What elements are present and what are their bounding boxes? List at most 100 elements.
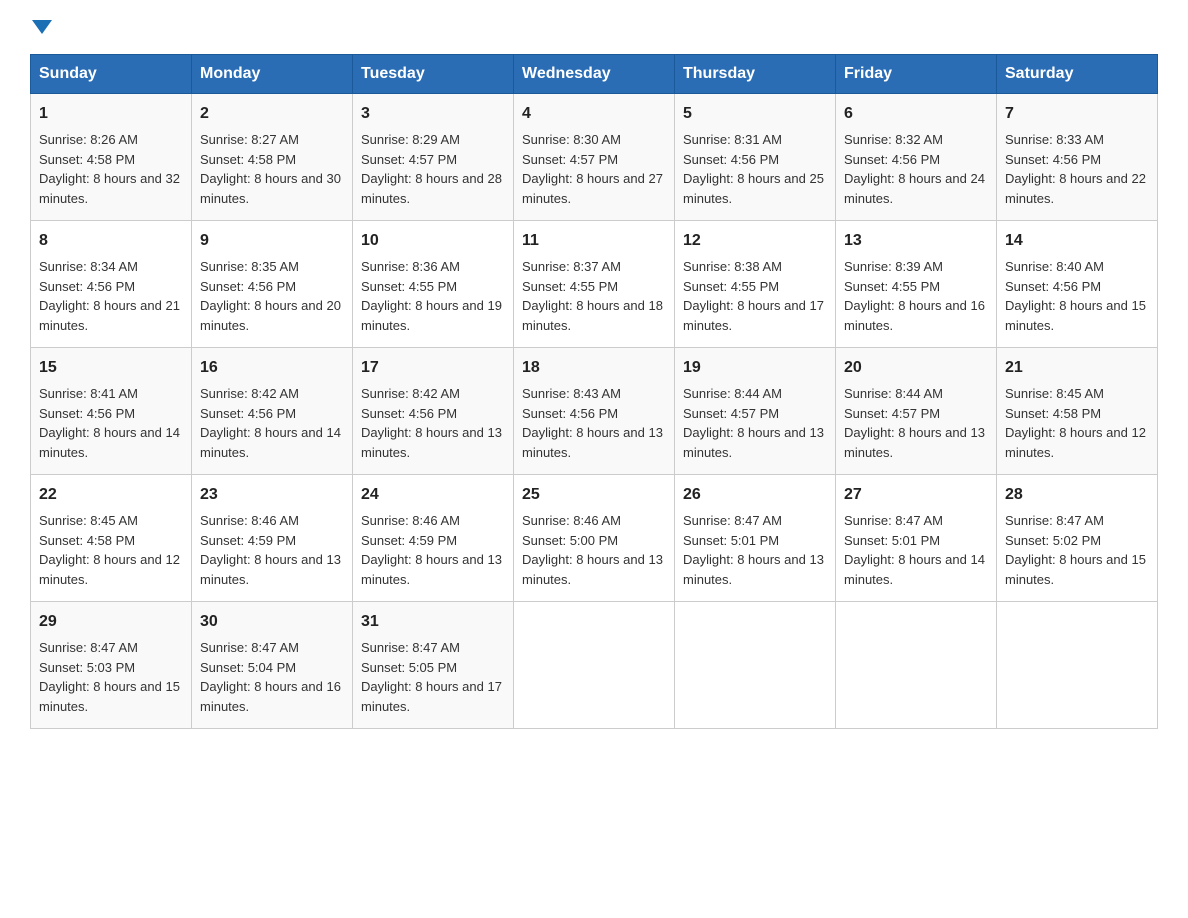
calendar-cell: 4 Sunrise: 8:30 AMSunset: 4:57 PMDaylight…	[514, 94, 675, 221]
calendar-cell	[836, 602, 997, 729]
day-number: 11	[522, 229, 666, 253]
day-number: 19	[683, 356, 827, 380]
day-number: 12	[683, 229, 827, 253]
day-number: 1	[39, 102, 183, 126]
logo-triangle-icon	[32, 20, 52, 34]
day-info: Sunrise: 8:46 AMSunset: 5:00 PMDaylight:…	[522, 511, 666, 589]
day-info: Sunrise: 8:33 AMSunset: 4:56 PMDaylight:…	[1005, 130, 1149, 208]
weekday-header-sunday: Sunday	[31, 55, 192, 94]
calendar-cell: 31Sunrise: 8:47 AMSunset: 5:05 PMDayligh…	[353, 602, 514, 729]
day-number: 21	[1005, 356, 1149, 380]
calendar-cell: 18 Sunrise: 8:43 AMSunset: 4:56 PMDayligh…	[514, 348, 675, 475]
day-info: Sunrise: 8:36 AMSunset: 4:55 PMDaylight:…	[361, 257, 505, 335]
logo	[30, 20, 52, 34]
day-info: Sunrise: 8:46 AMSunset: 4:59 PMDaylight:…	[200, 511, 344, 589]
calendar-cell: 27 Sunrise: 8:47 AMSunset: 5:01 PMDayligh…	[836, 475, 997, 602]
day-number: 10	[361, 229, 505, 253]
day-number: 26	[683, 483, 827, 507]
day-info: Sunrise: 8:26 AMSunset: 4:58 PMDaylight:…	[39, 130, 183, 208]
calendar-cell: 8Sunrise: 8:34 AMSunset: 4:56 PMDaylight…	[31, 221, 192, 348]
day-number: 16	[200, 356, 344, 380]
day-info: Sunrise: 8:45 AMSunset: 4:58 PMDaylight:…	[39, 511, 183, 589]
day-number: 7	[1005, 102, 1149, 126]
day-info: Sunrise: 8:47 AMSunset: 5:01 PMDaylight:…	[844, 511, 988, 589]
day-number: 29	[39, 610, 183, 634]
calendar-cell: 5 Sunrise: 8:31 AMSunset: 4:56 PMDaylight…	[675, 94, 836, 221]
day-number: 6	[844, 102, 988, 126]
calendar-cell: 28 Sunrise: 8:47 AMSunset: 5:02 PMDayligh…	[997, 475, 1158, 602]
calendar-cell: 26Sunrise: 8:47 AMSunset: 5:01 PMDayligh…	[675, 475, 836, 602]
day-info: Sunrise: 8:27 AMSunset: 4:58 PMDaylight:…	[200, 130, 344, 208]
day-info: Sunrise: 8:30 AMSunset: 4:57 PMDaylight:…	[522, 130, 666, 208]
weekday-header-monday: Monday	[192, 55, 353, 94]
calendar-cell: 2 Sunrise: 8:27 AMSunset: 4:58 PMDaylight…	[192, 94, 353, 221]
day-info: Sunrise: 8:45 AMSunset: 4:58 PMDaylight:…	[1005, 384, 1149, 462]
calendar-cell: 24 Sunrise: 8:46 AMSunset: 4:59 PMDayligh…	[353, 475, 514, 602]
day-number: 9	[200, 229, 344, 253]
day-number: 20	[844, 356, 988, 380]
day-info: Sunrise: 8:38 AMSunset: 4:55 PMDaylight:…	[683, 257, 827, 335]
day-info: Sunrise: 8:42 AMSunset: 4:56 PMDaylight:…	[200, 384, 344, 462]
day-number: 13	[844, 229, 988, 253]
day-info: Sunrise: 8:41 AMSunset: 4:56 PMDaylight:…	[39, 384, 183, 462]
calendar-cell	[675, 602, 836, 729]
day-number: 14	[1005, 229, 1149, 253]
day-number: 2	[200, 102, 344, 126]
calendar-week-row: 15 Sunrise: 8:41 AMSunset: 4:56 PMDayligh…	[31, 348, 1158, 475]
calendar-cell: 21 Sunrise: 8:45 AMSunset: 4:58 PMDayligh…	[997, 348, 1158, 475]
calendar-cell: 10 Sunrise: 8:36 AMSunset: 4:55 PMDayligh…	[353, 221, 514, 348]
day-number: 25	[522, 483, 666, 507]
calendar-cell: 15 Sunrise: 8:41 AMSunset: 4:56 PMDayligh…	[31, 348, 192, 475]
day-info: Sunrise: 8:47 AMSunset: 5:02 PMDaylight:…	[1005, 511, 1149, 589]
weekday-header-friday: Friday	[836, 55, 997, 94]
day-number: 28	[1005, 483, 1149, 507]
weekday-header-tuesday: Tuesday	[353, 55, 514, 94]
calendar-cell: 7 Sunrise: 8:33 AMSunset: 4:56 PMDaylight…	[997, 94, 1158, 221]
calendar-cell: 29 Sunrise: 8:47 AMSunset: 5:03 PMDayligh…	[31, 602, 192, 729]
day-info: Sunrise: 8:44 AMSunset: 4:57 PMDaylight:…	[683, 384, 827, 462]
day-number: 4	[522, 102, 666, 126]
day-info: Sunrise: 8:39 AMSunset: 4:55 PMDaylight:…	[844, 257, 988, 335]
calendar-table: SundayMondayTuesdayWednesdayThursdayFrid…	[30, 54, 1158, 729]
calendar-week-row: 29 Sunrise: 8:47 AMSunset: 5:03 PMDayligh…	[31, 602, 1158, 729]
weekday-header-saturday: Saturday	[997, 55, 1158, 94]
day-info: Sunrise: 8:47 AMSunset: 5:05 PMDaylight:…	[361, 638, 505, 716]
day-info: Sunrise: 8:37 AMSunset: 4:55 PMDaylight:…	[522, 257, 666, 335]
calendar-cell: 23Sunrise: 8:46 AMSunset: 4:59 PMDayligh…	[192, 475, 353, 602]
day-number: 17	[361, 356, 505, 380]
day-number: 24	[361, 483, 505, 507]
day-number: 5	[683, 102, 827, 126]
day-info: Sunrise: 8:35 AMSunset: 4:56 PMDaylight:…	[200, 257, 344, 335]
calendar-cell: 11 Sunrise: 8:37 AMSunset: 4:55 PMDayligh…	[514, 221, 675, 348]
day-number: 3	[361, 102, 505, 126]
day-number: 8	[39, 229, 183, 253]
day-info: Sunrise: 8:47 AMSunset: 5:03 PMDaylight:…	[39, 638, 183, 716]
day-number: 27	[844, 483, 988, 507]
calendar-cell: 14 Sunrise: 8:40 AMSunset: 4:56 PMDayligh…	[997, 221, 1158, 348]
day-info: Sunrise: 8:40 AMSunset: 4:56 PMDaylight:…	[1005, 257, 1149, 335]
page-header	[30, 20, 1158, 34]
calendar-cell: 25 Sunrise: 8:46 AMSunset: 5:00 PMDayligh…	[514, 475, 675, 602]
day-info: Sunrise: 8:44 AMSunset: 4:57 PMDaylight:…	[844, 384, 988, 462]
calendar-cell: 13 Sunrise: 8:39 AMSunset: 4:55 PMDayligh…	[836, 221, 997, 348]
calendar-cell: 9 Sunrise: 8:35 AMSunset: 4:56 PMDaylight…	[192, 221, 353, 348]
day-info: Sunrise: 8:29 AMSunset: 4:57 PMDaylight:…	[361, 130, 505, 208]
calendar-cell	[997, 602, 1158, 729]
calendar-cell: 30 Sunrise: 8:47 AMSunset: 5:04 PMDayligh…	[192, 602, 353, 729]
calendar-week-row: 1 Sunrise: 8:26 AMSunset: 4:58 PMDaylight…	[31, 94, 1158, 221]
calendar-cell: 17Sunrise: 8:42 AMSunset: 4:56 PMDayligh…	[353, 348, 514, 475]
calendar-cell: 16 Sunrise: 8:42 AMSunset: 4:56 PMDayligh…	[192, 348, 353, 475]
day-info: Sunrise: 8:43 AMSunset: 4:56 PMDaylight:…	[522, 384, 666, 462]
day-number: 18	[522, 356, 666, 380]
calendar-cell: 12 Sunrise: 8:38 AMSunset: 4:55 PMDayligh…	[675, 221, 836, 348]
day-info: Sunrise: 8:31 AMSunset: 4:56 PMDaylight:…	[683, 130, 827, 208]
calendar-week-row: 8Sunrise: 8:34 AMSunset: 4:56 PMDaylight…	[31, 221, 1158, 348]
day-number: 30	[200, 610, 344, 634]
day-number: 15	[39, 356, 183, 380]
day-info: Sunrise: 8:47 AMSunset: 5:04 PMDaylight:…	[200, 638, 344, 716]
weekday-header-thursday: Thursday	[675, 55, 836, 94]
day-info: Sunrise: 8:46 AMSunset: 4:59 PMDaylight:…	[361, 511, 505, 589]
weekday-header-wednesday: Wednesday	[514, 55, 675, 94]
calendar-cell: 19 Sunrise: 8:44 AMSunset: 4:57 PMDayligh…	[675, 348, 836, 475]
calendar-cell: 6Sunrise: 8:32 AMSunset: 4:56 PMDaylight…	[836, 94, 997, 221]
